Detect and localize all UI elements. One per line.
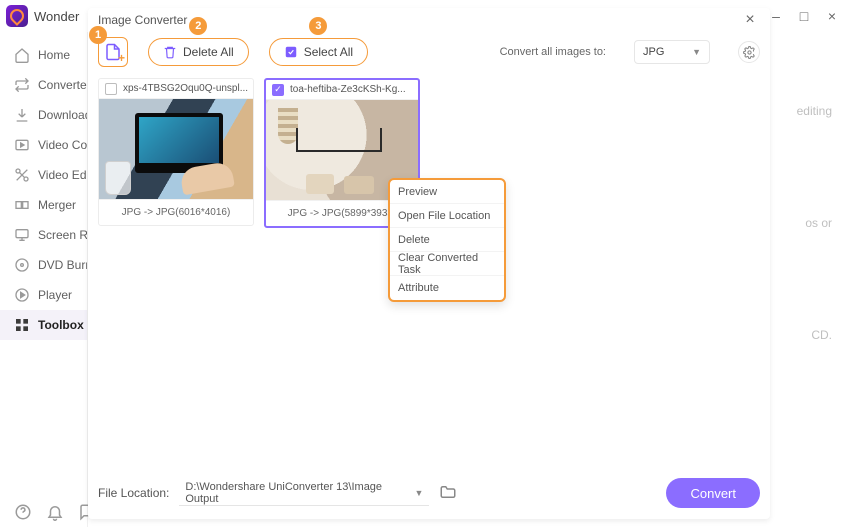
tile-checkbox[interactable]: [105, 83, 117, 95]
sidebar-item-screen-recorder[interactable]: Screen Recorder: [0, 220, 87, 250]
download-icon: [14, 107, 30, 123]
dialog-toolbar: + 1 Delete All 2 Select All 3 Convert al…: [88, 32, 770, 72]
sidebar-item-label: Video Compressor: [38, 138, 87, 152]
tile-context-menu: 4 Preview Open File Location Delete Clea…: [388, 178, 506, 302]
sidebar-item-toolbox[interactable]: Toolbox: [0, 310, 87, 340]
output-settings-button[interactable]: [738, 41, 760, 63]
chevron-down-icon: ▼: [692, 47, 701, 57]
player-icon: [14, 287, 30, 303]
screen-recorder-icon: [14, 227, 30, 243]
image-tile[interactable]: xps-4TBSG2Oqu0Q-unspl... JPG -> JPG(6016…: [98, 78, 254, 226]
select-all-button[interactable]: Select All 3: [269, 38, 368, 66]
add-image-button[interactable]: + 1: [98, 37, 128, 67]
ctx-delete[interactable]: Delete: [390, 228, 504, 252]
sidebar-item-label: DVD Burner: [38, 258, 87, 272]
maximize-button[interactable]: □: [792, 4, 816, 28]
tile-checkbox[interactable]: ✓: [272, 84, 284, 96]
close-button[interactable]: ×: [820, 4, 844, 28]
sidebar-item-label: Player: [38, 288, 72, 302]
dvd-burner-icon: [14, 257, 30, 273]
convert-all-label: Convert all images to:: [500, 46, 606, 58]
sidebar-item-label: Merger: [38, 198, 76, 212]
video-editor-icon: [14, 167, 30, 183]
sidebar-item-label: Toolbox: [38, 318, 84, 332]
tile-filename: xps-4TBSG2Oqu0Q-unspl...: [123, 83, 248, 94]
step-badge-1: 1: [89, 26, 107, 44]
toolbox-icon: [14, 317, 30, 333]
bg-text-fragment: os or: [805, 216, 832, 230]
sidebar-item-dvd-burner[interactable]: DVD Burner: [0, 250, 87, 280]
image-list-canvas: xps-4TBSG2Oqu0Q-unspl... JPG -> JPG(6016…: [98, 78, 760, 469]
sidebar: Home Converter Downloader Video Compress…: [0, 32, 88, 527]
dialog-title: Image Converter: [98, 13, 187, 27]
sidebar-item-video-compressor[interactable]: Video Compressor: [0, 130, 87, 160]
step-badge-2: 2: [189, 17, 207, 35]
delete-all-button[interactable]: Delete All 2: [148, 38, 249, 66]
bg-text-fragment: CD.: [811, 328, 832, 342]
ctx-open-location[interactable]: Open File Location: [390, 204, 504, 228]
tile-filename: toa-heftiba-Ze3cKSh-Kg...: [290, 84, 406, 95]
ctx-preview[interactable]: Preview: [390, 180, 504, 204]
sidebar-item-downloader[interactable]: Downloader: [0, 100, 87, 130]
checkbox-icon: [284, 45, 298, 59]
home-icon: [14, 47, 30, 63]
sidebar-item-merger[interactable]: Merger: [0, 190, 87, 220]
converter-icon: [14, 77, 30, 93]
bell-icon[interactable]: [46, 503, 64, 521]
sidebar-item-label: Downloader: [38, 108, 87, 122]
trash-icon: [163, 45, 177, 59]
file-location-value: D:\Wondershare UniConverter 13\Image Out…: [185, 481, 414, 505]
file-location-input[interactable]: D:\Wondershare UniConverter 13\Image Out…: [179, 480, 429, 506]
file-location-label: File Location:: [98, 486, 169, 500]
output-format-value: JPG: [643, 46, 664, 58]
sidebar-item-converter[interactable]: Converter: [0, 70, 87, 100]
output-format-select[interactable]: JPG ▼: [634, 40, 710, 64]
open-folder-button[interactable]: [439, 483, 459, 503]
ctx-clear-converted[interactable]: Clear Converted Task: [390, 252, 504, 276]
sidebar-item-label: Converter: [38, 78, 87, 92]
convert-button[interactable]: Convert: [666, 478, 760, 508]
sidebar-item-video-editor[interactable]: Video Editor: [0, 160, 87, 190]
sidebar-item-home[interactable]: Home: [0, 40, 87, 70]
sidebar-item-label: Home: [38, 48, 70, 62]
folder-icon: [439, 483, 457, 501]
select-all-label: Select All: [304, 45, 353, 59]
step-badge-3: 3: [309, 17, 327, 35]
tile-thumbnail: [99, 99, 253, 199]
image-converter-dialog: Image Converter × + 1 Delete All 2 Selec…: [88, 8, 770, 519]
merger-icon: [14, 197, 30, 213]
sidebar-footer: [0, 503, 87, 521]
tile-conversion-info: JPG -> JPG(6016*4016): [99, 199, 253, 225]
sidebar-item-label: Screen Recorder: [38, 228, 87, 242]
delete-all-label: Delete All: [183, 45, 234, 59]
app-logo-icon: [6, 5, 28, 27]
sidebar-item-player[interactable]: Player: [0, 280, 87, 310]
app-name: Wonder: [34, 9, 79, 24]
video-compressor-icon: [14, 137, 30, 153]
sidebar-item-label: Video Editor: [38, 168, 87, 182]
dialog-footer: File Location: D:\Wondershare UniConvert…: [98, 475, 760, 511]
dialog-close-button[interactable]: ×: [740, 10, 760, 30]
chevron-down-icon: ▼: [414, 488, 423, 498]
bg-text-fragment: editing: [797, 104, 832, 118]
help-icon[interactable]: [14, 503, 32, 521]
gear-icon: [743, 46, 756, 59]
ctx-attribute[interactable]: Attribute: [390, 276, 504, 300]
